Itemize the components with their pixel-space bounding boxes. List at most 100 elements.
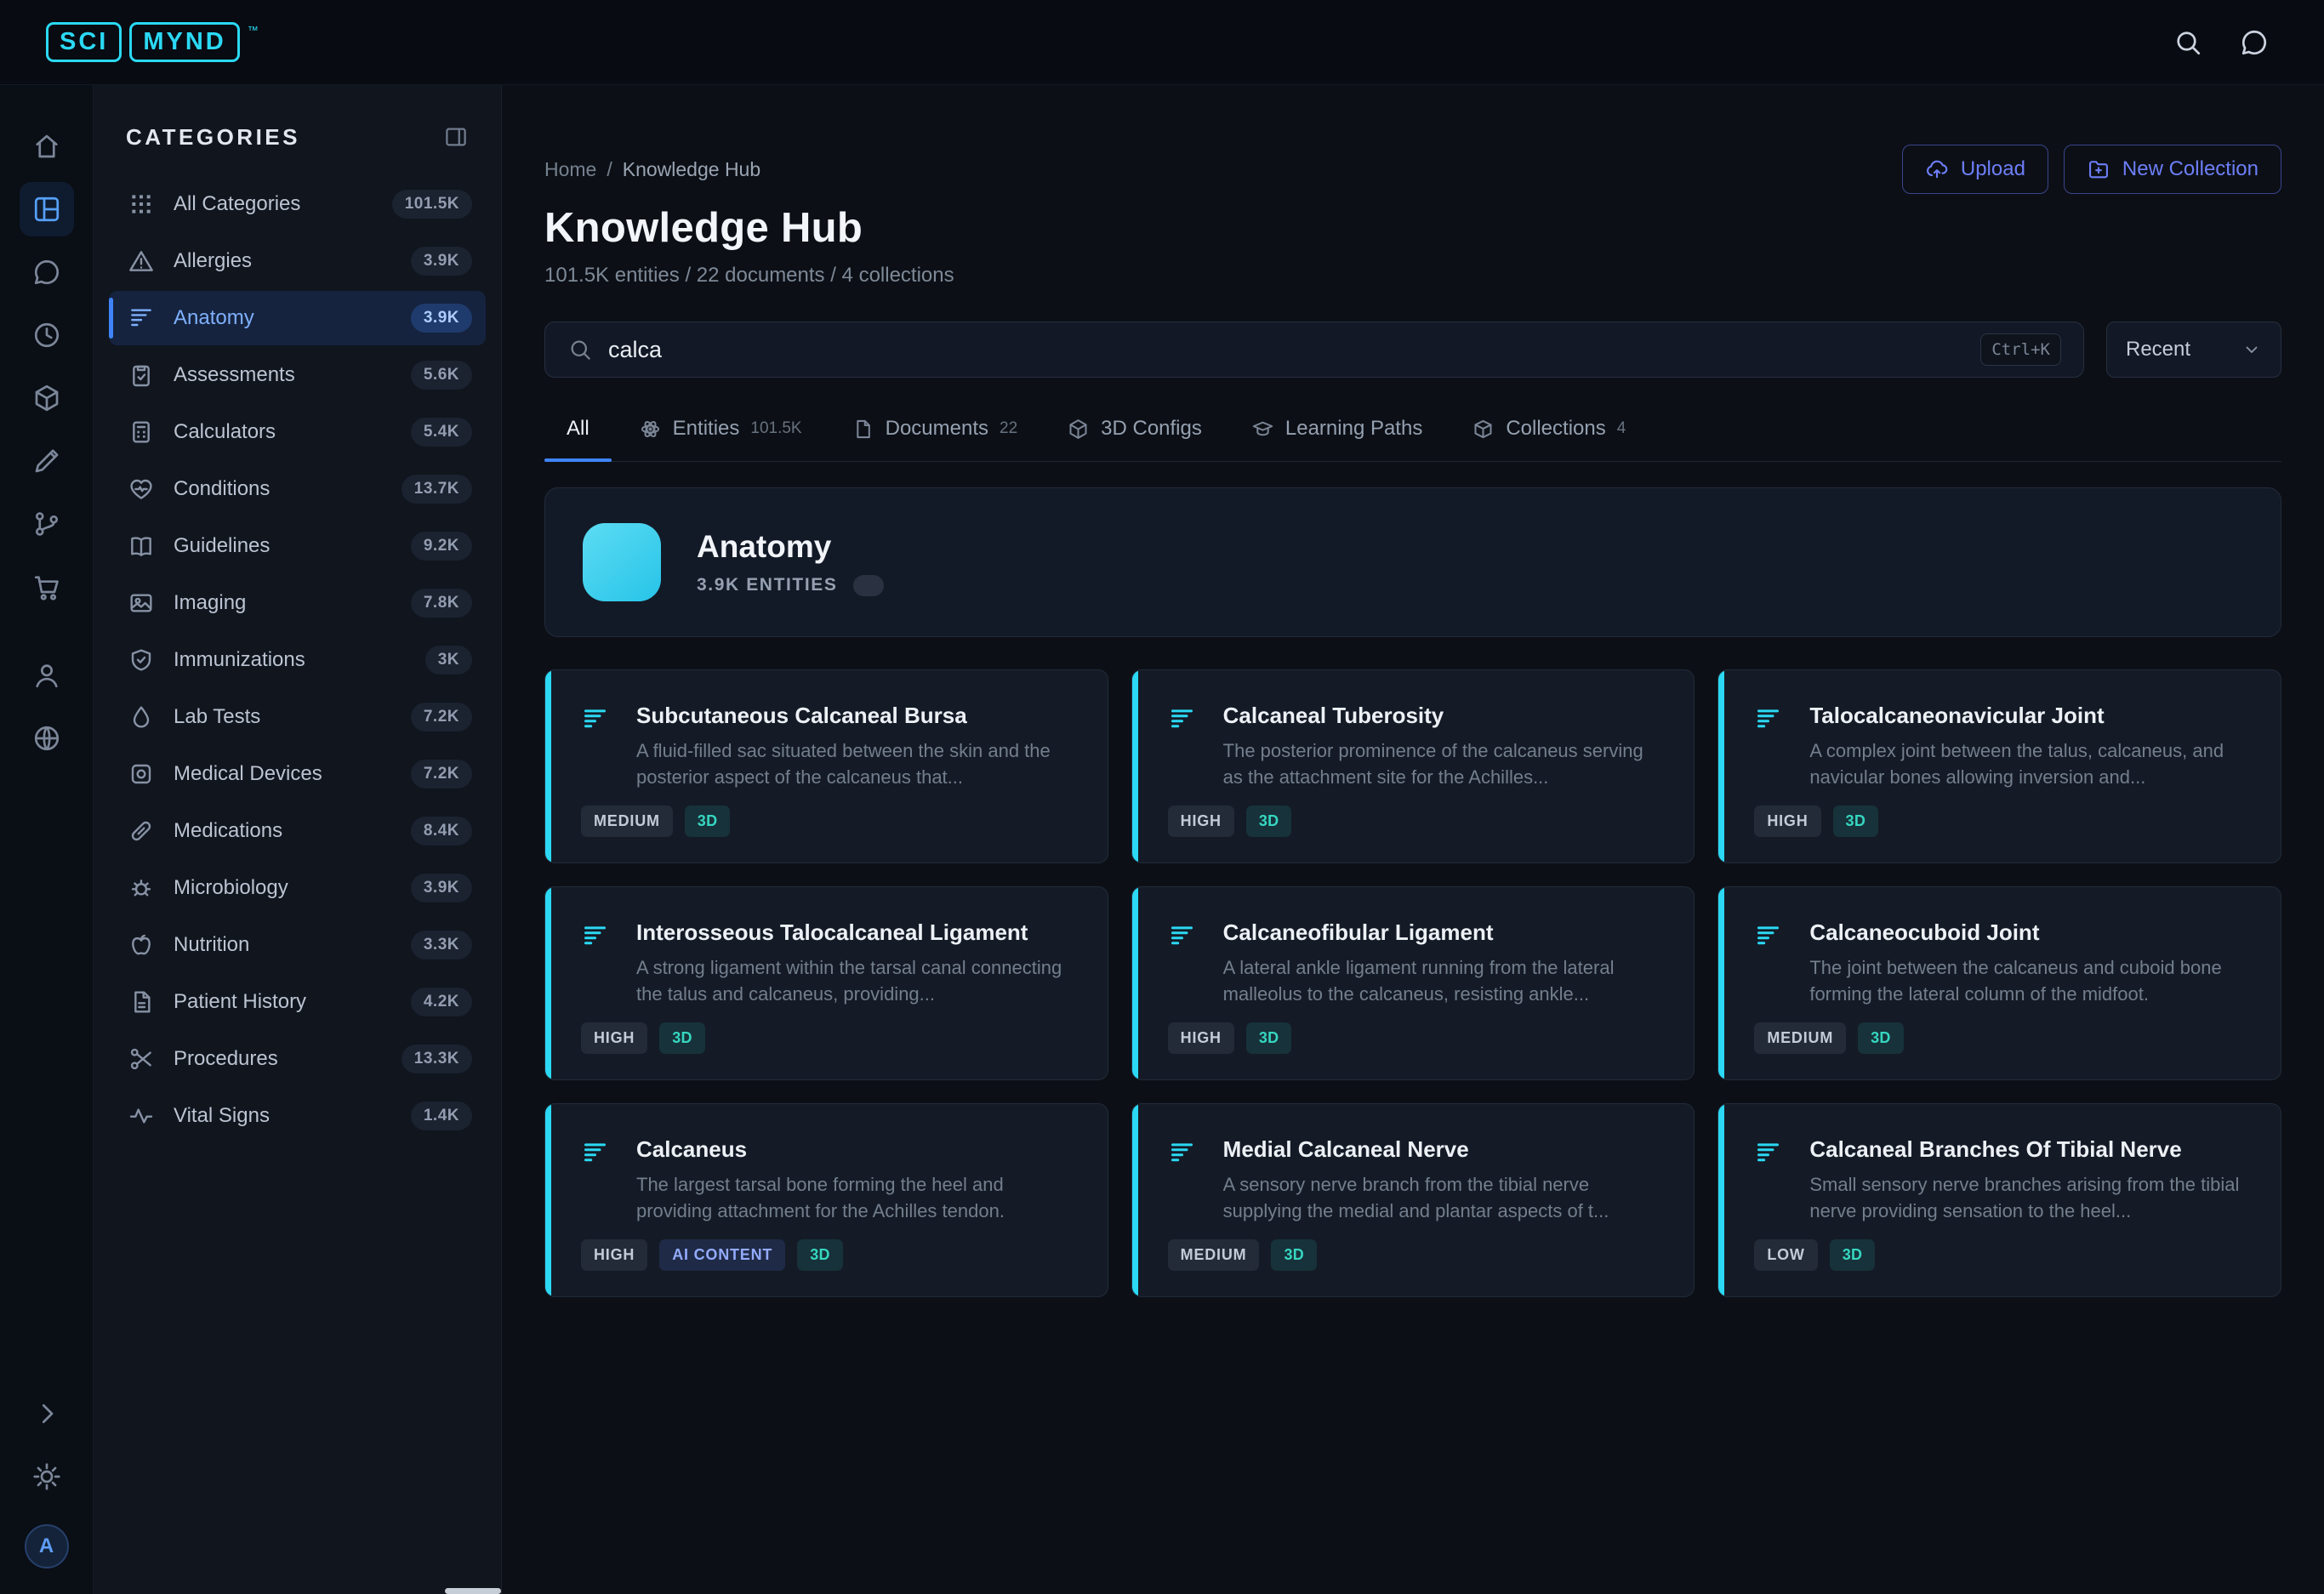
brand-seg-right: MYND	[129, 22, 239, 62]
entity-title: Calcaneal Tuberosity	[1223, 703, 1667, 729]
sidebar-item-conditions[interactable]: Conditions 13.7K	[109, 462, 486, 516]
sidebar-item-count: 3.9K	[411, 874, 472, 902]
models-nav-button[interactable]	[20, 371, 74, 425]
anatomy-entity-icon	[1168, 922, 1196, 950]
pathways-nav-button[interactable]	[20, 497, 74, 551]
global-search-button[interactable]	[2164, 19, 2212, 66]
sidebar-item-nutrition[interactable]: Nutrition 3.3K	[109, 918, 486, 972]
3d-badge: 3D	[1830, 1239, 1876, 1271]
tab-entities[interactable]: Entities 101.5K	[617, 417, 824, 461]
theme-toggle-button[interactable]	[20, 1449, 74, 1504]
expand-rail-button[interactable]	[20, 1386, 74, 1441]
user-avatar[interactable]: A	[25, 1524, 69, 1568]
vital-signs-icon	[128, 1102, 155, 1130]
sidebar-item-all-categories[interactable]: All Categories 101.5K	[109, 177, 486, 231]
entity-title: Interosseous Talocalcaneal Ligament	[636, 919, 1080, 946]
sun-icon	[31, 1461, 62, 1492]
upload-button[interactable]: Upload	[1902, 145, 2048, 194]
entity-description: The posterior prominence of the calcaneu…	[1223, 737, 1667, 790]
all-categories-icon	[128, 191, 155, 218]
sidebar-item-label: Lab Tests	[174, 705, 260, 729]
anatomy-entity-icon	[1754, 1139, 1782, 1167]
sidebar-item-allergies[interactable]: Allergies 3.9K	[109, 234, 486, 288]
edit-nav-button[interactable]	[20, 434, 74, 488]
home-nav-button[interactable]	[20, 119, 74, 174]
entity-description: The joint between the calcaneus and cubo…	[1809, 954, 2253, 1007]
breadcrumb-separator: /	[607, 158, 612, 181]
tab-learning-paths[interactable]: Learning Paths	[1229, 417, 1444, 461]
entity-card[interactable]: Talocalcaneonavicular Joint A complex jo…	[1717, 669, 2281, 863]
entity-card[interactable]: Calcaneus The largest tarsal bone formin…	[544, 1103, 1108, 1297]
guidelines-icon	[128, 532, 155, 560]
sidebar-item-anatomy[interactable]: Anatomy 3.9K	[109, 291, 486, 345]
sidebar-item-count: 13.3K	[402, 1045, 472, 1073]
sidebar-item-label: Conditions	[174, 477, 270, 501]
search-box: Ctrl+K	[544, 322, 2084, 378]
chat-nav-button[interactable]	[20, 245, 74, 299]
entity-card[interactable]: Calcaneal Branches Of Tibial Nerve Small…	[1717, 1103, 2281, 1297]
dashboard-icon	[31, 194, 62, 225]
search-input[interactable]	[608, 337, 1965, 363]
anatomy-category-icon	[583, 523, 661, 601]
banner-toggle-pill[interactable]	[853, 575, 884, 596]
sidebar-item-lab-tests[interactable]: Lab Tests 7.2K	[109, 690, 486, 744]
sidebar-item-count: 101.5K	[392, 190, 472, 219]
3d-badge: 3D	[797, 1239, 843, 1271]
icon-rail: A	[0, 85, 94, 1594]
entity-description: Small sensory nerve branches arising fro…	[1809, 1171, 2253, 1224]
new-collection-icon	[2087, 157, 2110, 181]
new-collection-label: New Collection	[2122, 157, 2258, 181]
store-nav-button[interactable]	[20, 560, 74, 614]
profile-nav-button[interactable]	[20, 648, 74, 703]
entity-card[interactable]: Calcaneocuboid Joint The joint between t…	[1717, 886, 2281, 1080]
entity-card[interactable]: Calcaneofibular Ligament A lateral ankle…	[1131, 886, 1695, 1080]
collections-box-icon	[1472, 418, 1495, 441]
sidebar-item-patient-history[interactable]: Patient History 4.2K	[109, 975, 486, 1029]
sidebar-item-imaging[interactable]: Imaging 7.8K	[109, 576, 486, 630]
header-actions: Upload New Collection	[1902, 145, 2281, 194]
brand-logo[interactable]: SCI MYND ™	[46, 22, 259, 62]
entities-icon	[639, 418, 662, 441]
entity-card[interactable]: Interosseous Talocalcaneal Ligament A st…	[544, 886, 1108, 1080]
new-collection-button[interactable]: New Collection	[2064, 145, 2281, 194]
sidebar-scrollbar-thumb[interactable]	[445, 1588, 501, 1594]
entity-card[interactable]: Subcutaneous Calcaneal Bursa A fluid-fil…	[544, 669, 1108, 863]
explore-nav-button[interactable]	[20, 711, 74, 766]
sidebar-item-medications[interactable]: Medications 8.4K	[109, 804, 486, 858]
assessments-icon	[128, 361, 155, 389]
sidebar-item-microbiology[interactable]: Microbiology 3.9K	[109, 861, 486, 915]
calculators-icon	[128, 418, 155, 446]
sidebar-item-vital-signs[interactable]: Vital Signs 1.4K	[109, 1089, 486, 1143]
sidebar-item-label: All Categories	[174, 192, 300, 216]
sidebar-item-guidelines[interactable]: Guidelines 9.2K	[109, 519, 486, 573]
sidebar-item-label: Microbiology	[174, 876, 288, 900]
sidebar-item-calculators[interactable]: Calculators 5.4K	[109, 405, 486, 459]
collapse-panel-button[interactable]	[438, 119, 474, 155]
card-badges: MEDIUM 3D	[1754, 1022, 2253, 1054]
entity-card[interactable]: Medial Calcaneal Nerve A sensory nerve b…	[1131, 1103, 1695, 1297]
patient-history-icon	[128, 988, 155, 1016]
sidebar-item-label: Guidelines	[174, 534, 270, 558]
sidebar-item-procedures[interactable]: Procedures 13.3K	[109, 1032, 486, 1086]
procedures-icon	[128, 1045, 155, 1073]
breadcrumb-home[interactable]: Home	[544, 158, 596, 181]
3d-badge: 3D	[685, 806, 731, 837]
dashboard-nav-button[interactable]	[20, 182, 74, 236]
categories-title: CATEGORIES	[126, 124, 300, 151]
sort-dropdown[interactable]: Recent	[2106, 322, 2281, 378]
priority-badge: MEDIUM	[581, 806, 673, 837]
sidebar-item-immunizations[interactable]: Immunizations 3K	[109, 633, 486, 687]
tab-documents[interactable]: Documents 22	[829, 417, 1040, 461]
breadcrumb: Home / Knowledge Hub	[544, 158, 760, 181]
tab-3d-configs[interactable]: 3D Configs	[1045, 417, 1224, 461]
sidebar-item-medical-devices[interactable]: Medical Devices 7.2K	[109, 747, 486, 801]
messages-button[interactable]	[2230, 19, 2278, 66]
tab-label: Documents	[886, 417, 988, 441]
sidebar-item-assessments[interactable]: Assessments 5.6K	[109, 348, 486, 402]
tab-all[interactable]: All	[544, 417, 612, 461]
entity-title: Calcaneocuboid Joint	[1809, 919, 2253, 946]
entity-card[interactable]: Calcaneal Tuberosity The posterior promi…	[1131, 669, 1695, 863]
sidebar-item-count: 3K	[425, 646, 472, 675]
tab-collections[interactable]: Collections 4	[1450, 417, 1648, 461]
history-nav-button[interactable]	[20, 308, 74, 362]
